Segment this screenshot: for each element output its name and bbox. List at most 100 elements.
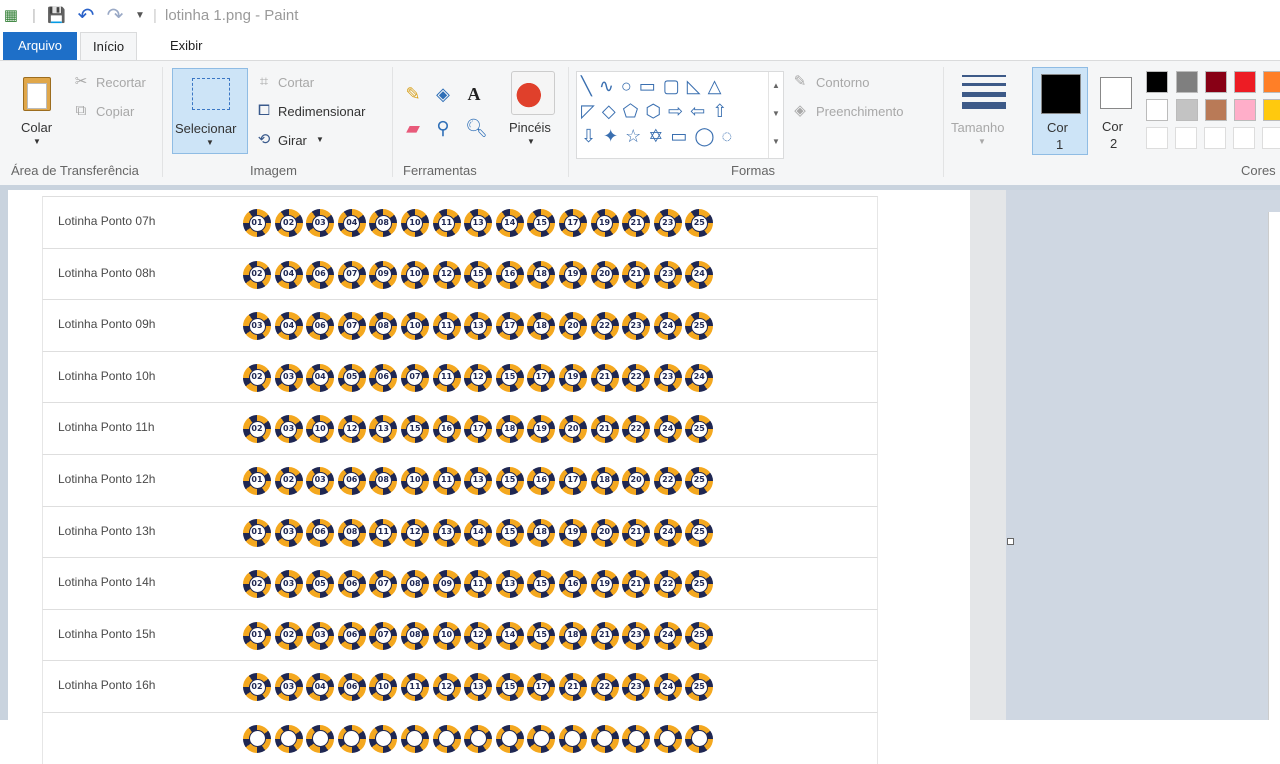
paste-button[interactable] <box>20 73 54 113</box>
tab-inicio[interactable]: Início <box>80 32 138 61</box>
rotate-button[interactable]: Girar <box>278 133 307 148</box>
number-ball: 13 <box>464 466 493 495</box>
palette-empty-swatch[interactable] <box>1175 127 1197 149</box>
number-ball: 25 <box>685 621 714 650</box>
palette-swatch[interactable] <box>1263 71 1280 93</box>
number-ball-value: 02 <box>248 369 266 387</box>
palette-swatch[interactable] <box>1176 99 1198 121</box>
number-ball-value: 08 <box>374 472 392 490</box>
tab-arquivo[interactable]: Arquivo <box>3 32 77 60</box>
copy-icon: ⧉ <box>75 102 87 119</box>
number-ball-value: 23 <box>627 627 645 645</box>
pencil-icon[interactable]: ✎ <box>404 85 422 103</box>
shapes-scroll-icon[interactable]: ▲ ▼ ▼ <box>768 72 783 158</box>
color-2-button[interactable]: Cor 2 <box>1093 67 1137 155</box>
palette-empty-swatch[interactable] <box>1262 127 1280 149</box>
number-ball-value: 23 <box>659 266 677 284</box>
undo-icon[interactable]: ↶ <box>77 6 95 26</box>
shapes-gallery[interactable]: ╲∿○▭▢◺△ ◸◇⬠⬡⇨⇦⇧ ⇩✦☆✡▭◯◌ ▲ ▼ ▼ <box>576 71 784 159</box>
size-lines-icon[interactable] <box>962 75 1006 109</box>
number-ball: 09 <box>369 260 398 289</box>
size-dropdown-icon[interactable]: ▼ <box>978 137 986 146</box>
palette-empty-swatch[interactable] <box>1233 127 1255 149</box>
text-icon[interactable]: A <box>465 85 483 103</box>
number-ball: 25 <box>685 209 714 237</box>
color-picker-icon[interactable]: ⚲ <box>434 119 452 137</box>
number-ball-value: 21 <box>627 524 645 542</box>
number-ball: 24 <box>653 312 682 341</box>
rotate-dropdown-icon[interactable]: ▼ <box>316 135 324 144</box>
number-ball: 01 <box>243 518 271 547</box>
palette-swatch[interactable] <box>1176 71 1198 93</box>
number-ball: 08 <box>369 466 398 495</box>
number-ball-value: 11 <box>406 678 424 696</box>
number-ball: 20 <box>622 466 651 495</box>
number-ball-value: 19 <box>564 369 582 387</box>
outline-icon: ✎ <box>793 73 807 90</box>
number-ball: 02 <box>243 415 271 444</box>
copy-button[interactable]: Copiar <box>96 104 134 119</box>
row-label: Lotinha Ponto 10h <box>58 368 156 383</box>
number-ball <box>400 724 429 753</box>
size-button[interactable]: Tamanho <box>951 120 1004 135</box>
brushes-button[interactable]: Pincéis <box>509 120 551 135</box>
cut-button[interactable]: Recortar <box>96 75 146 90</box>
number-balls: 01 02 03 06 07 08 10 12 14 15 18 21 23 24 25 <box>243 621 717 650</box>
paint-app-icon[interactable]: ▦ <box>2 7 20 25</box>
number-ball: 24 <box>685 363 714 392</box>
number-ball <box>369 724 398 753</box>
number-ball-value: 22 <box>627 420 645 438</box>
outline-button[interactable]: Contorno <box>816 75 869 90</box>
number-ball-value: 19 <box>564 266 582 284</box>
number-ball <box>590 724 619 753</box>
palette-swatch[interactable] <box>1146 99 1168 121</box>
number-ball-value: 12 <box>469 627 487 645</box>
brush-icon[interactable] <box>511 71 555 115</box>
number-ball: 24 <box>653 621 682 650</box>
paste-dropdown-icon[interactable]: ▼ <box>33 137 41 146</box>
vertical-scrollbar[interactable] <box>1268 212 1280 720</box>
paste-label[interactable]: Colar <box>21 120 52 135</box>
eraser-icon[interactable]: ▰ <box>404 119 422 137</box>
number-ball-value: 06 <box>343 678 361 696</box>
number-ball-value: 16 <box>438 420 456 438</box>
number-ball-value: 25 <box>690 472 708 490</box>
number-ball: 12 <box>432 260 461 289</box>
color-1-button[interactable]: Cor 1 <box>1032 67 1088 155</box>
number-ball: 10 <box>369 673 398 702</box>
number-ball: 24 <box>653 518 682 547</box>
number-ball: 11 <box>432 466 461 495</box>
redo-icon[interactable]: ↷ <box>106 6 124 26</box>
number-ball <box>464 724 493 753</box>
number-ball-value: 19 <box>532 420 550 438</box>
number-ball: 03 <box>274 415 303 444</box>
palette-swatch[interactable] <box>1263 99 1280 121</box>
brushes-dropdown-icon[interactable]: ▼ <box>527 137 535 146</box>
palette-swatch[interactable] <box>1205 71 1227 93</box>
crop-button[interactable]: Cortar <box>278 75 314 90</box>
number-ball-value: 15 <box>501 472 519 490</box>
palette-swatch[interactable] <box>1146 71 1168 93</box>
number-ball-value: 07 <box>374 575 392 593</box>
number-ball: 21 <box>622 570 651 599</box>
magnifier-icon[interactable]: 🔍︎ <box>465 119 488 137</box>
tab-exibir[interactable]: Exibir <box>158 32 215 60</box>
palette-swatch[interactable] <box>1234 99 1256 121</box>
select-button[interactable]: Selecionar ▼ <box>172 68 248 154</box>
canvas-resize-handle[interactable] <box>1007 538 1014 545</box>
palette-swatch[interactable] <box>1205 99 1227 121</box>
palette-swatch[interactable] <box>1234 71 1256 93</box>
number-ball: 02 <box>274 621 303 650</box>
palette-empty-swatch[interactable] <box>1146 127 1168 149</box>
palette-empty-swatch[interactable] <box>1204 127 1226 149</box>
fill-bucket-icon[interactable]: ◈ <box>434 85 452 103</box>
fill-button[interactable]: Preenchimento <box>816 104 903 119</box>
save-icon[interactable]: 💾 <box>47 7 66 25</box>
number-ball: 19 <box>558 260 587 289</box>
number-ball-value: 03 <box>311 627 329 645</box>
number-ball: 11 <box>369 518 398 547</box>
number-ball-value: 23 <box>659 369 677 387</box>
window-title: lotinha 1.png - Paint <box>165 7 299 24</box>
resize-button[interactable]: Redimensionar <box>278 104 365 119</box>
number-ball: 22 <box>622 415 651 444</box>
